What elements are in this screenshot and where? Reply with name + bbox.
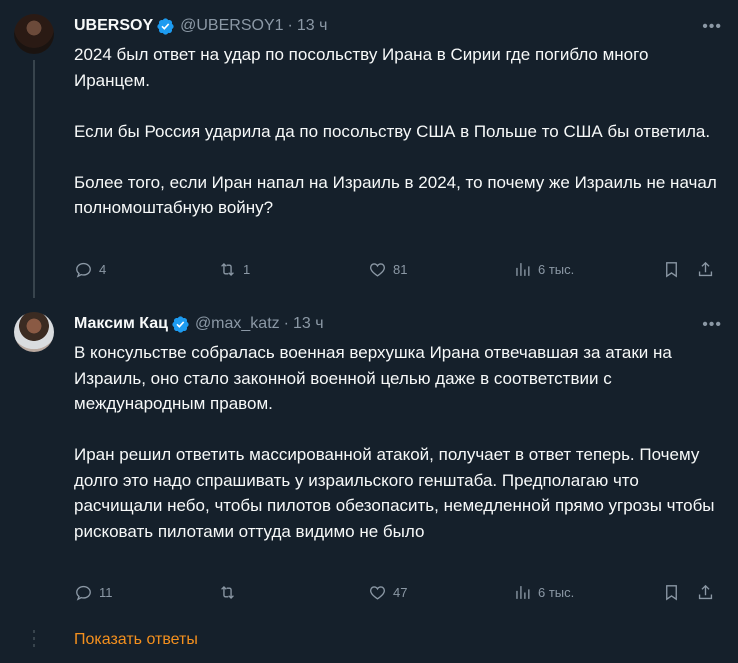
retweet-button[interactable] xyxy=(218,583,243,602)
avatar[interactable] xyxy=(14,14,54,54)
reply-count: 4 xyxy=(99,261,107,277)
reply-icon xyxy=(76,262,91,278)
like-icon xyxy=(370,585,385,600)
thread-dots xyxy=(33,630,35,651)
reply-button[interactable]: 4 xyxy=(74,260,106,279)
retweet-button[interactable]: 1 xyxy=(218,260,250,279)
author-name[interactable]: Максим Кац xyxy=(74,315,168,333)
like-button[interactable]: 47 xyxy=(368,583,407,602)
show-replies-row[interactable]: Показать ответы xyxy=(0,620,738,663)
views-icon xyxy=(516,262,530,276)
bookmark-icon xyxy=(666,261,677,278)
views-icon xyxy=(516,585,530,599)
separator-dot: · xyxy=(283,315,289,332)
author-handle[interactable]: @UBERSOY1 xyxy=(180,17,283,35)
bookmark-button[interactable] xyxy=(662,583,681,602)
tweet-header: Максим Кац @max_katz · 13 ч xyxy=(74,312,722,336)
tweet-text: 2024 был ответ на удар по посольству Ира… xyxy=(74,45,717,217)
more-icon[interactable]: ••• xyxy=(702,316,722,334)
author-name[interactable]: UBERSOY xyxy=(74,17,153,35)
share-icon xyxy=(698,261,713,276)
view-count: 6 тыс. xyxy=(538,261,575,277)
share-icon xyxy=(698,584,713,599)
like-button[interactable]: 81 xyxy=(368,260,407,279)
share-button[interactable] xyxy=(696,260,715,279)
more-icon[interactable]: ••• xyxy=(702,18,722,36)
like-count: 47 xyxy=(393,584,408,600)
views-button[interactable]: 6 тыс. xyxy=(513,583,574,602)
reply-icon xyxy=(76,585,91,601)
retweet-icon xyxy=(221,262,234,276)
bookmark-icon xyxy=(666,584,677,601)
bookmark-button[interactable] xyxy=(662,260,681,279)
separator-dot: · xyxy=(287,17,293,34)
tweet-actions: 4 1 81 6 тыс. xyxy=(74,257,724,281)
author-handle[interactable]: @max_katz xyxy=(195,315,280,333)
thread-line xyxy=(33,60,35,298)
tweet-header: UBERSOY @UBERSOY1 · 13 ч xyxy=(74,14,722,38)
reply-count: 11 xyxy=(99,584,113,600)
show-replies-link[interactable]: Показать ответы xyxy=(74,631,198,649)
avatar[interactable] xyxy=(14,312,54,352)
timestamp[interactable]: 13 ч xyxy=(293,315,324,333)
share-button[interactable] xyxy=(696,583,715,602)
tweet[interactable]: UBERSOY @UBERSOY1 · 13 ч ••• 2024 был от… xyxy=(0,0,738,298)
retweet-icon xyxy=(221,585,234,599)
reply-button[interactable]: 11 xyxy=(74,583,113,602)
timestamp[interactable]: 13 ч xyxy=(297,17,328,35)
verified-icon xyxy=(172,315,189,333)
tweet-actions: 11 47 6 тыс. xyxy=(74,580,724,604)
retweet-count: 1 xyxy=(243,261,251,277)
views-button[interactable]: 6 тыс. xyxy=(513,260,574,279)
verified-icon xyxy=(157,17,174,35)
view-count: 6 тыс. xyxy=(538,584,575,600)
like-count: 81 xyxy=(393,261,408,277)
tweet-text: В консульстве собралась военная верхушка… xyxy=(74,343,715,541)
tweet[interactable]: Максим Кац @max_katz · 13 ч ••• В консул… xyxy=(0,298,738,620)
like-icon xyxy=(370,262,385,277)
